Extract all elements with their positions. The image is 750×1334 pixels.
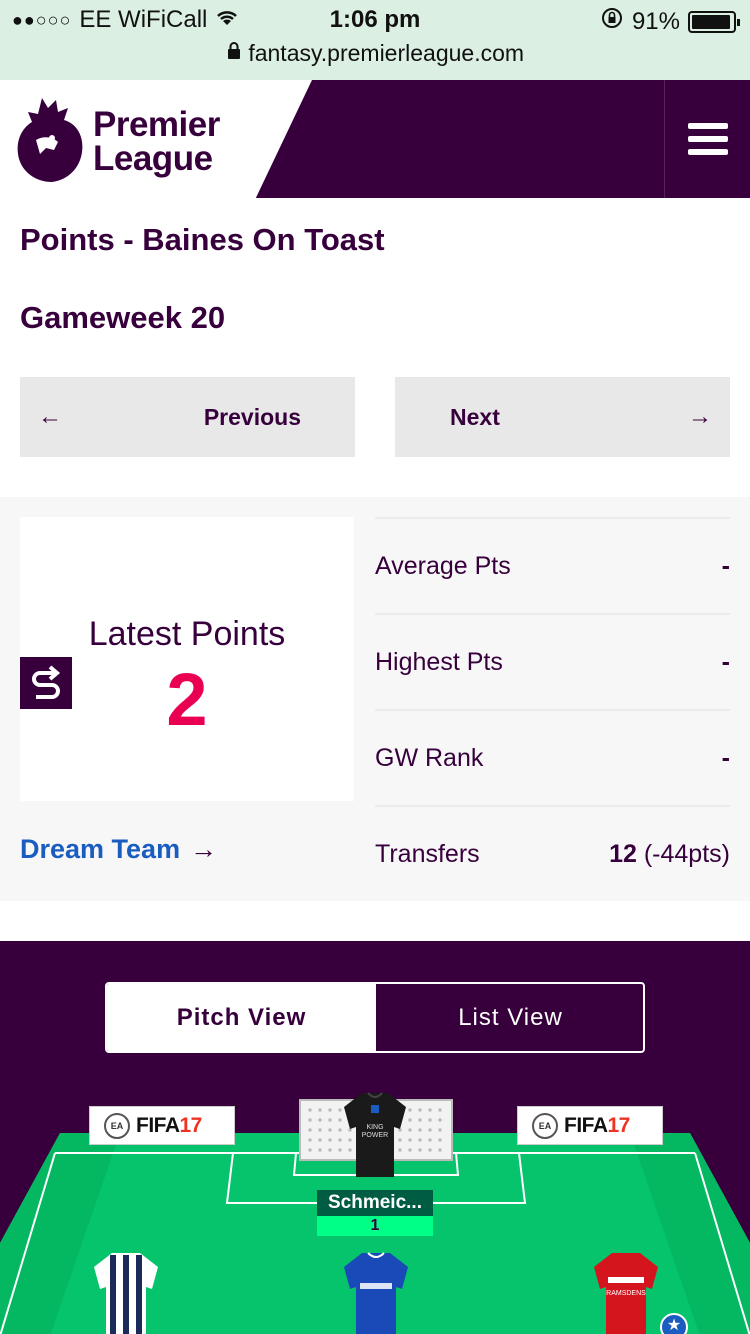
lock-icon [226, 40, 248, 66]
latest-points-label: Latest Points [88, 615, 286, 653]
stat-key: Average Pts [375, 552, 511, 580]
battery-icon [688, 10, 740, 33]
logo-line-2: League [93, 139, 213, 178]
stat-value: - [721, 648, 730, 676]
menu-bar [687, 123, 728, 129]
stat-value: - [721, 744, 730, 772]
rotation-lock-icon [600, 6, 624, 37]
stats-panel: Latest Points 2 Dream Team → Average Pts … [0, 497, 750, 901]
ad-brand: FIFA [136, 1114, 180, 1137]
transfers-cost: (-44pts) [636, 840, 730, 868]
star-badge-icon: ★ [660, 1313, 688, 1334]
latest-points-card: Latest Points 2 [20, 517, 354, 801]
logo-wordmark: Premier League [93, 105, 220, 178]
stat-key: GW Rank [375, 744, 484, 772]
stat-value: - [721, 552, 730, 580]
ea-sports-icon: EA [532, 1113, 558, 1139]
menu-bar [687, 149, 728, 155]
kit-sponsor: RAMSDENS [606, 1290, 646, 1297]
pitch-section: Pitch View List View EA FIFA17 EA FIFA17… [0, 941, 750, 1334]
stat-key: Transfers [375, 840, 480, 868]
player-name[interactable]: Schmeic... [317, 1190, 433, 1216]
dream-team-label: Dream Team [20, 834, 181, 864]
stat-value: 12 (-44pts) [609, 840, 730, 869]
previous-label: Previous [203, 404, 301, 430]
site-header: Premier League [0, 80, 750, 198]
hamburger-menu-button[interactable] [664, 80, 750, 198]
arrow-right-icon: → [190, 834, 218, 864]
player-shirt-middlesbrough[interactable]: RAMSDENS [590, 1249, 662, 1334]
page-title: Points - Baines On Toast [20, 222, 385, 257]
ea-sports-icon: EA [104, 1113, 130, 1139]
kit-sponsor: POWER [362, 1132, 388, 1139]
menu-bar [687, 136, 728, 142]
pitch-view-tab[interactable]: Pitch View [107, 984, 376, 1051]
lion-logo-icon [17, 98, 83, 182]
ad-number: 17 [179, 1114, 203, 1137]
stat-key: Highest Pts [375, 648, 503, 676]
url-text: fantasy.premierleague.com [248, 40, 525, 66]
ad-number: 17 [607, 1114, 631, 1137]
view-toggle: Pitch View List View [105, 982, 645, 1053]
arrow-left-icon: ← [38, 403, 62, 430]
goalkeeper-shirt[interactable]: KING POWER [340, 1089, 410, 1181]
ad-board-left: EA FIFA17 [89, 1106, 235, 1145]
latest-points-value: 2 [166, 658, 208, 741]
transfers-count: 12 [609, 840, 637, 868]
arrow-right-icon: → [688, 403, 712, 430]
gameweek-title: Gameweek 20 [20, 300, 226, 335]
next-button[interactable]: Next → [395, 377, 730, 457]
kit-sponsor: KING [366, 1124, 383, 1131]
stat-row-average: Average Pts - [375, 517, 730, 613]
ad-brand: FIFA [564, 1114, 608, 1137]
battery-percent: 91% [631, 7, 680, 35]
player-points: 1 [317, 1216, 433, 1236]
stat-row-transfers[interactable]: Transfers 12 (-44pts) [375, 805, 730, 901]
ad-text: FIFA17 [564, 1114, 630, 1138]
stat-row-gw-rank: GW Rank - [375, 709, 730, 805]
ad-text: FIFA17 [136, 1114, 202, 1138]
player-shirt-chelsea[interactable] [340, 1249, 412, 1334]
logo-area[interactable]: Premier League [0, 80, 312, 198]
next-label: Next [450, 404, 500, 430]
stat-row-highest: Highest Pts - [375, 613, 730, 709]
dream-team-link[interactable]: Dream Team → [20, 834, 217, 865]
previous-button[interactable]: ← Previous [20, 377, 355, 457]
ad-board-right: EA FIFA17 [517, 1106, 663, 1145]
list-view-tab[interactable]: List View [376, 984, 643, 1051]
player-shirt-wba[interactable] [90, 1249, 162, 1334]
address-bar[interactable]: fantasy.premierleague.com [0, 40, 750, 67]
status-bar: ●●○○○ EE WiFiCall 1:06 pm 91% fantasy.pr… [0, 0, 750, 80]
stat-list: Average Pts - Highest Pts - GW Rank - Tr… [375, 517, 730, 901]
logo-line-1: Premier [93, 105, 220, 144]
